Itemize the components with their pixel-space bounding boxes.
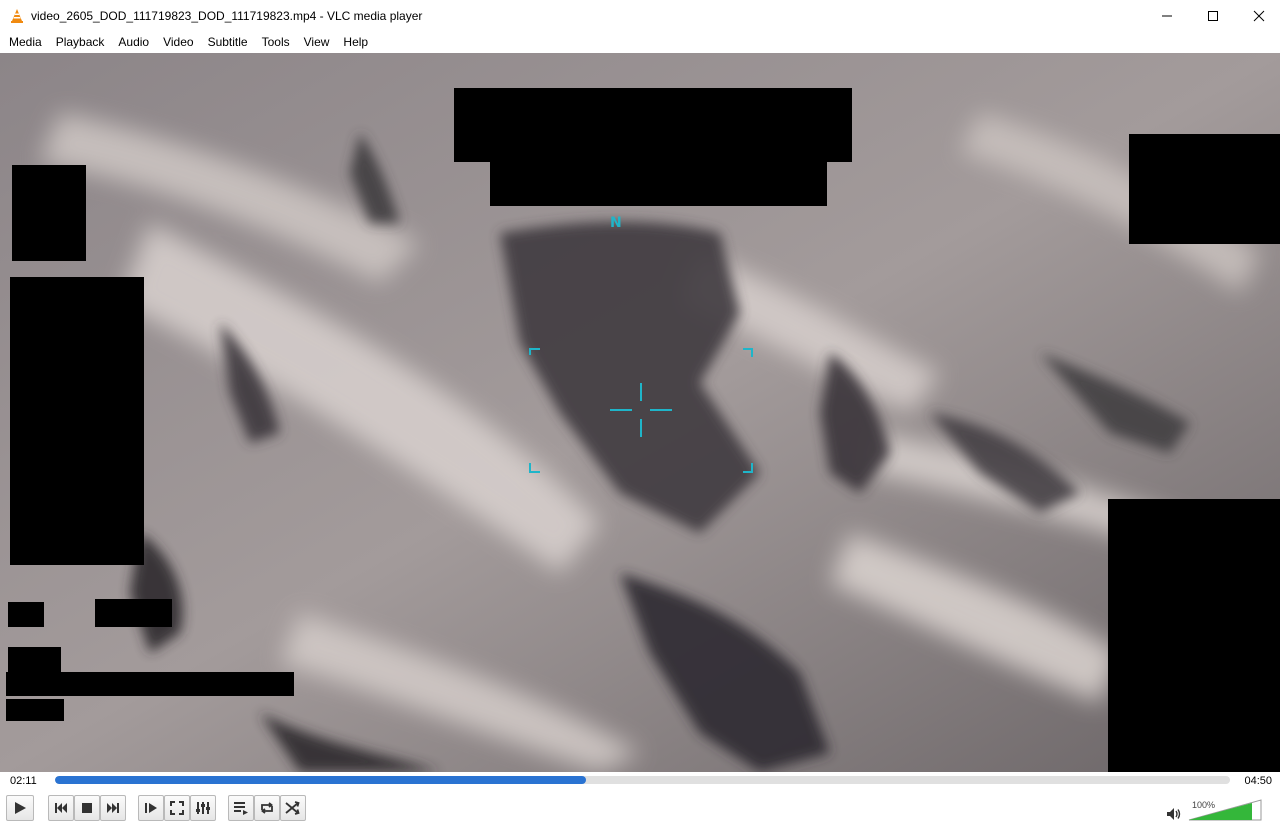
next-icon [107, 803, 119, 813]
extended-settings-button[interactable] [190, 795, 216, 821]
shuffle-button[interactable] [280, 795, 306, 821]
playlist-icon [234, 802, 248, 815]
minimize-icon [1162, 15, 1172, 16]
play-icon [15, 802, 26, 814]
menu-media[interactable]: Media [0, 31, 49, 53]
stop-icon [82, 803, 92, 813]
frame-step-icon [145, 803, 157, 813]
redaction-box [454, 88, 852, 162]
menu-tools[interactable]: Tools [255, 31, 297, 53]
redaction-box [95, 599, 172, 627]
vlc-cone-icon [9, 8, 25, 24]
playlist-button[interactable] [228, 795, 254, 821]
menu-help[interactable]: Help [336, 31, 375, 53]
maximize-button[interactable] [1190, 0, 1236, 31]
next-button[interactable] [100, 795, 126, 821]
menu-subtitle[interactable]: Subtitle [201, 31, 255, 53]
maximize-icon [1208, 10, 1218, 21]
close-button[interactable] [1236, 0, 1280, 31]
compass-north-label: N [610, 215, 622, 231]
shuffle-icon [285, 801, 300, 815]
window-title: video_2605_DOD_111719823_DOD_111719823.m… [31, 8, 423, 23]
controls-bar: 100% [0, 790, 1280, 826]
stop-button[interactable] [74, 795, 100, 821]
frame-step-button[interactable] [138, 795, 164, 821]
menu-playback[interactable]: Playback [49, 31, 112, 53]
elapsed-time: 02:11 [10, 775, 37, 787]
redaction-box [1108, 499, 1280, 772]
seek-bar-row: 02:11 04:50 [0, 772, 1280, 790]
loop-button[interactable] [254, 795, 280, 821]
close-icon [1253, 10, 1265, 21]
minimize-button[interactable] [1144, 0, 1190, 31]
redaction-box [8, 647, 61, 673]
redaction-box [1129, 134, 1280, 244]
seek-slider[interactable] [55, 776, 1230, 784]
redaction-box [6, 672, 294, 696]
loop-icon [261, 802, 273, 814]
menu-view[interactable]: View [297, 31, 337, 53]
previous-button[interactable] [48, 795, 74, 821]
redaction-box [8, 602, 44, 627]
fullscreen-button[interactable] [164, 795, 190, 821]
volume-slider[interactable] [1188, 799, 1262, 821]
redaction-box [490, 158, 827, 206]
title-bar: video_2605_DOD_111719823_DOD_111719823.m… [0, 0, 1280, 31]
play-button[interactable] [6, 795, 34, 821]
redaction-box [10, 277, 144, 565]
speaker-icon[interactable] [1166, 807, 1182, 821]
menu-bar: Media Playback Audio Video Subtitle Tool… [0, 31, 1280, 53]
menu-video[interactable]: Video [156, 31, 200, 53]
seek-progress-fill [55, 776, 586, 784]
menu-audio[interactable]: Audio [111, 31, 156, 53]
extended-settings-icon [196, 802, 210, 814]
redaction-box [6, 699, 64, 721]
previous-icon [55, 803, 67, 813]
fullscreen-icon [170, 801, 184, 815]
redaction-box [12, 165, 86, 261]
video-frame[interactable]: N [0, 53, 1280, 772]
total-time[interactable]: 04:50 [1244, 775, 1272, 787]
